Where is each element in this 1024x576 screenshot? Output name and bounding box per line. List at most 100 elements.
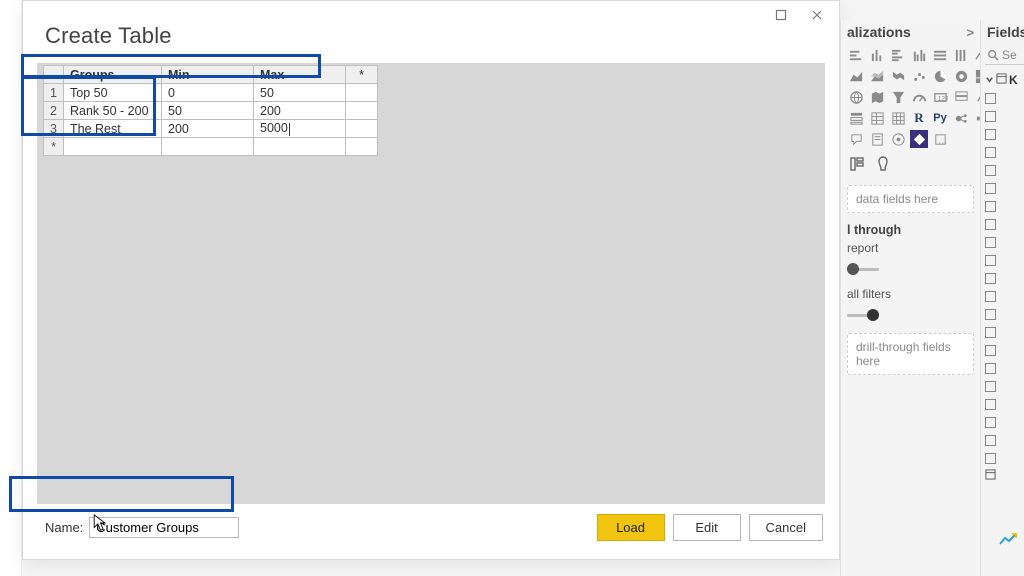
donut-chart-icon[interactable] [952, 67, 970, 85]
field-item[interactable] [985, 359, 1024, 377]
ribbon-chart-icon[interactable] [889, 67, 907, 85]
field-item[interactable] [985, 323, 1024, 341]
import-visual-icon[interactable]: … [931, 130, 949, 148]
stacked-bar-100-icon[interactable] [931, 46, 949, 64]
slicer-icon[interactable] [847, 109, 865, 127]
field-item[interactable] [985, 269, 1024, 287]
table-corner [44, 66, 64, 84]
values-fieldwell[interactable]: data fields here [847, 185, 974, 213]
cell-groups[interactable]: The Rest [64, 120, 162, 138]
field-item[interactable] [985, 341, 1024, 359]
col-header-add[interactable]: * [346, 66, 378, 84]
clustered-column-icon[interactable] [910, 46, 928, 64]
multi-row-card-icon[interactable] [952, 88, 970, 106]
close-button[interactable] [805, 5, 829, 25]
cell-min[interactable]: 0 [162, 84, 254, 102]
cell-empty[interactable] [346, 84, 378, 102]
cell-empty[interactable] [254, 138, 346, 156]
field-item[interactable] [985, 377, 1024, 395]
load-button[interactable]: Load [597, 514, 665, 541]
fields-search[interactable]: Se [985, 46, 1024, 65]
field-item[interactable] [985, 197, 1024, 215]
field-item[interactable] [985, 395, 1024, 413]
data-entry-table[interactable]: Groups Min Max * 1 Top 50 0 50 2 Rank 50… [43, 65, 378, 156]
cell-max-value: 5000 [260, 121, 288, 135]
drillthrough-heading: l through [847, 223, 974, 237]
scatter-chart-icon[interactable] [910, 67, 928, 85]
cell-groups[interactable]: Rank 50 - 200 [64, 102, 162, 120]
field-item[interactable] [985, 449, 1024, 467]
table-icon [996, 73, 1007, 87]
cell-empty[interactable] [346, 120, 378, 138]
cell-groups[interactable]: Top 50 [64, 84, 162, 102]
collapse-pane-icon[interactable]: > [966, 25, 974, 40]
row-number[interactable]: 1 [44, 84, 64, 102]
cross-report-toggle[interactable] [847, 261, 879, 277]
cell-empty[interactable] [346, 138, 378, 156]
format-tab-icon[interactable] [875, 156, 891, 175]
cell-max[interactable]: 50 [254, 84, 346, 102]
field-item[interactable] [985, 287, 1024, 305]
cell-min[interactable]: 200 [162, 120, 254, 138]
drillthrough-fieldwell[interactable]: drill-through fields here [847, 333, 974, 375]
power-apps-visual-icon[interactable] [910, 130, 928, 148]
table-visual-icon[interactable] [868, 109, 886, 127]
field-item[interactable] [985, 89, 1024, 107]
field-item[interactable] [985, 125, 1024, 143]
stacked-column-icon[interactable] [868, 46, 886, 64]
python-visual-icon[interactable]: Py [931, 109, 949, 127]
edit-button[interactable]: Edit [673, 514, 741, 541]
visualization-picker: 123 R Py … [847, 46, 974, 148]
map-icon[interactable] [847, 88, 865, 106]
field-item[interactable] [985, 233, 1024, 251]
gauge-icon[interactable] [910, 88, 928, 106]
clustered-bar-icon[interactable] [889, 46, 907, 64]
row-number[interactable]: 3 [44, 120, 64, 138]
row-number[interactable]: 2 [44, 102, 64, 120]
stacked-area-icon[interactable] [868, 67, 886, 85]
cell-empty[interactable] [346, 102, 378, 120]
paginated-report-icon[interactable] [868, 130, 886, 148]
keep-filters-label: all filters [847, 287, 974, 301]
r-visual-icon[interactable]: R [910, 109, 928, 127]
cell-max[interactable]: 200 [254, 102, 346, 120]
field-item[interactable] [985, 179, 1024, 197]
funnel-icon[interactable] [889, 88, 907, 106]
col-header-groups[interactable]: Groups [64, 66, 162, 84]
field-item[interactable] [985, 107, 1024, 125]
cell-empty[interactable] [64, 138, 162, 156]
key-influencers-icon[interactable] [952, 109, 970, 127]
keep-filters-toggle[interactable] [847, 307, 879, 323]
cancel-button[interactable]: Cancel [749, 514, 823, 541]
card-icon[interactable]: 123 [931, 88, 949, 106]
maximize-button[interactable] [769, 5, 793, 25]
qa-visual-icon[interactable] [847, 130, 865, 148]
filled-map-icon[interactable] [868, 88, 886, 106]
field-item[interactable] [985, 215, 1024, 233]
col-header-max[interactable]: Max [254, 66, 346, 84]
checkbox-icon [985, 273, 996, 284]
cell-max-editing[interactable]: 5000 [254, 120, 346, 138]
arcgis-icon[interactable] [889, 130, 907, 148]
field-item[interactable] [985, 467, 1024, 485]
table-node[interactable]: K [985, 71, 1024, 89]
area-chart-icon[interactable] [847, 67, 865, 85]
cell-min[interactable]: 50 [162, 102, 254, 120]
field-item[interactable] [985, 431, 1024, 449]
field-item[interactable] [985, 143, 1024, 161]
svg-text:123: 123 [937, 95, 947, 102]
field-item[interactable] [985, 413, 1024, 431]
table-new-row: * [44, 138, 378, 156]
field-item[interactable] [985, 305, 1024, 323]
matrix-icon[interactable] [889, 109, 907, 127]
cell-empty[interactable] [162, 138, 254, 156]
field-item[interactable] [985, 251, 1024, 269]
pie-chart-icon[interactable] [931, 67, 949, 85]
stacked-bar-icon[interactable] [847, 46, 865, 64]
col-header-min[interactable]: Min [162, 66, 254, 84]
new-row-marker[interactable]: * [44, 138, 64, 156]
table-name-input[interactable] [89, 517, 239, 538]
stacked-column-100-icon[interactable] [952, 46, 970, 64]
fields-tab-icon[interactable] [849, 156, 865, 175]
field-item[interactable] [985, 161, 1024, 179]
